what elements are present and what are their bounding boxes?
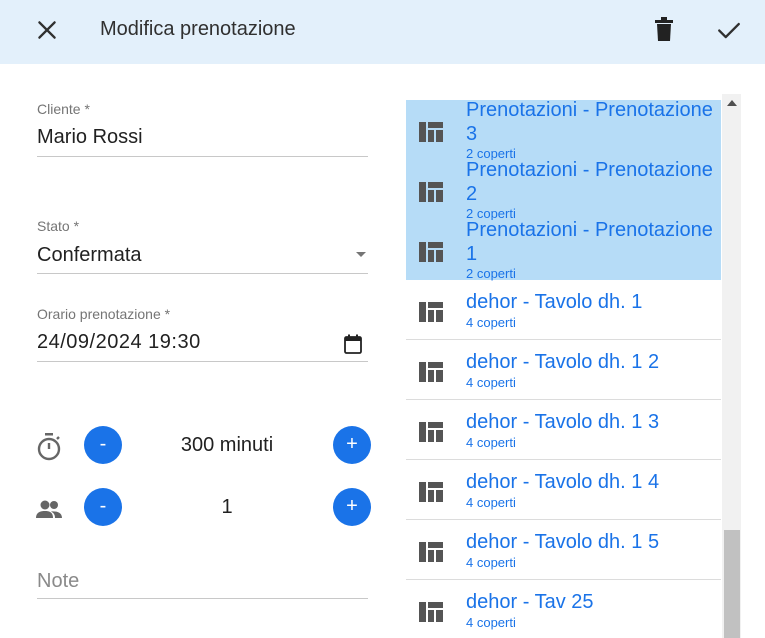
top-app-bar: Modifica prenotazione xyxy=(0,0,765,64)
check-icon[interactable] xyxy=(716,17,742,43)
orario-input[interactable]: 24/09/2024 19:30 xyxy=(37,331,201,354)
scrollbar[interactable] xyxy=(722,94,741,638)
cliente-field[interactable]: Cliente * Mario Rossi xyxy=(37,101,368,157)
durata-minus-button[interactable]: - xyxy=(84,426,122,464)
close-icon[interactable] xyxy=(34,17,60,43)
trash-icon[interactable] xyxy=(652,16,676,42)
table-layout-icon xyxy=(419,302,443,322)
table-name: dehor - Tavolo dh. 1 2 xyxy=(466,351,660,373)
cliente-label: Cliente * xyxy=(37,101,90,117)
table-list[interactable]: Prenotazioni - Prenotazione 32 coperti Pr… xyxy=(406,100,721,638)
note-underline xyxy=(37,598,368,599)
persone-stepper: - 1 + xyxy=(30,488,372,528)
table-capacity: 4 coperti xyxy=(466,375,516,390)
table-layout-icon xyxy=(419,602,443,622)
stato-label: Stato * xyxy=(37,218,80,234)
people-icon xyxy=(36,500,62,518)
persone-plus-button[interactable]: + xyxy=(333,488,371,526)
table-name: dehor - Tav 25 xyxy=(466,591,594,613)
table-layout-icon xyxy=(419,182,443,202)
note-input[interactable]: Note xyxy=(37,570,79,593)
table-layout-icon xyxy=(419,422,443,442)
orario-field[interactable]: Orario prenotazione * 24/09/2024 19:30 xyxy=(37,306,368,362)
dialog-title: Modifica prenotazione xyxy=(100,18,296,40)
table-list-item[interactable]: dehor - Tavolo dh. 1 4 coperti xyxy=(406,280,721,340)
table-list-item[interactable]: dehor - Tavolo dh. 1 4 4 coperti xyxy=(406,460,721,520)
scrollbar-thumb[interactable] xyxy=(724,530,740,638)
table-capacity: 4 coperti xyxy=(466,495,516,510)
table-layout-icon xyxy=(419,122,443,142)
durata-plus-button[interactable]: + xyxy=(333,426,371,464)
table-capacity: 4 coperti xyxy=(466,555,516,570)
table-capacity: 4 coperti xyxy=(466,615,516,630)
timer-icon xyxy=(37,433,61,461)
dropdown-arrow-icon[interactable] xyxy=(356,252,366,257)
table-layout-icon xyxy=(419,242,443,262)
table-capacity: 4 coperti xyxy=(466,435,516,450)
table-list-item[interactable]: dehor - Tavolo dh. 1 5 4 coperti xyxy=(406,520,721,580)
table-name: Prenotazioni - Prenotazione 1 xyxy=(466,219,713,265)
orario-label: Orario prenotazione * xyxy=(37,306,171,322)
table-list-item[interactable]: dehor - Tavolo dh. 1 2 4 coperti xyxy=(406,340,721,400)
table-list-item[interactable]: dehor - Tav 25 4 coperti xyxy=(406,580,721,638)
scroll-up-arrow-icon[interactable] xyxy=(727,100,737,106)
durata-value: 300 minuti xyxy=(180,434,274,456)
stato-value[interactable]: Confermata xyxy=(37,244,142,267)
table-name: dehor - Tavolo dh. 1 5 xyxy=(466,531,660,553)
table-list-item[interactable]: Prenotazioni - Prenotazione 22 coperti xyxy=(406,159,721,221)
table-list-item[interactable]: Prenotazioni - Prenotazione 32 coperti xyxy=(406,100,721,161)
table-list-item[interactable]: Prenotazioni - Prenotazione 12 coperti xyxy=(406,219,721,281)
persone-minus-button[interactable]: - xyxy=(84,488,122,526)
table-list-item[interactable]: dehor - Tavolo dh. 1 3 4 coperti xyxy=(406,400,721,460)
table-layout-icon xyxy=(419,542,443,562)
note-field[interactable]: Note xyxy=(37,570,368,600)
table-name: Prenotazioni - Prenotazione 2 xyxy=(466,159,713,205)
orario-underline xyxy=(37,361,368,362)
table-layout-icon xyxy=(419,482,443,502)
stato-underline xyxy=(37,273,368,274)
durata-stepper: - 300 minuti + xyxy=(30,426,372,466)
persone-value: 1 xyxy=(221,496,233,518)
table-layout-icon xyxy=(419,362,443,382)
stato-select[interactable]: Stato * Confermata xyxy=(37,218,368,274)
table-name: dehor - Tavolo dh. 1 4 xyxy=(466,471,660,493)
calendar-icon[interactable] xyxy=(344,334,362,354)
cliente-underline xyxy=(37,156,368,157)
table-name: dehor - Tavolo dh. 1 3 xyxy=(466,411,660,433)
cliente-input[interactable]: Mario Rossi xyxy=(37,126,143,149)
table-name: Prenotazioni - Prenotazione 3 xyxy=(466,100,713,145)
table-capacity: 4 coperti xyxy=(466,315,516,330)
table-name: dehor - Tavolo dh. 1 xyxy=(466,291,643,313)
